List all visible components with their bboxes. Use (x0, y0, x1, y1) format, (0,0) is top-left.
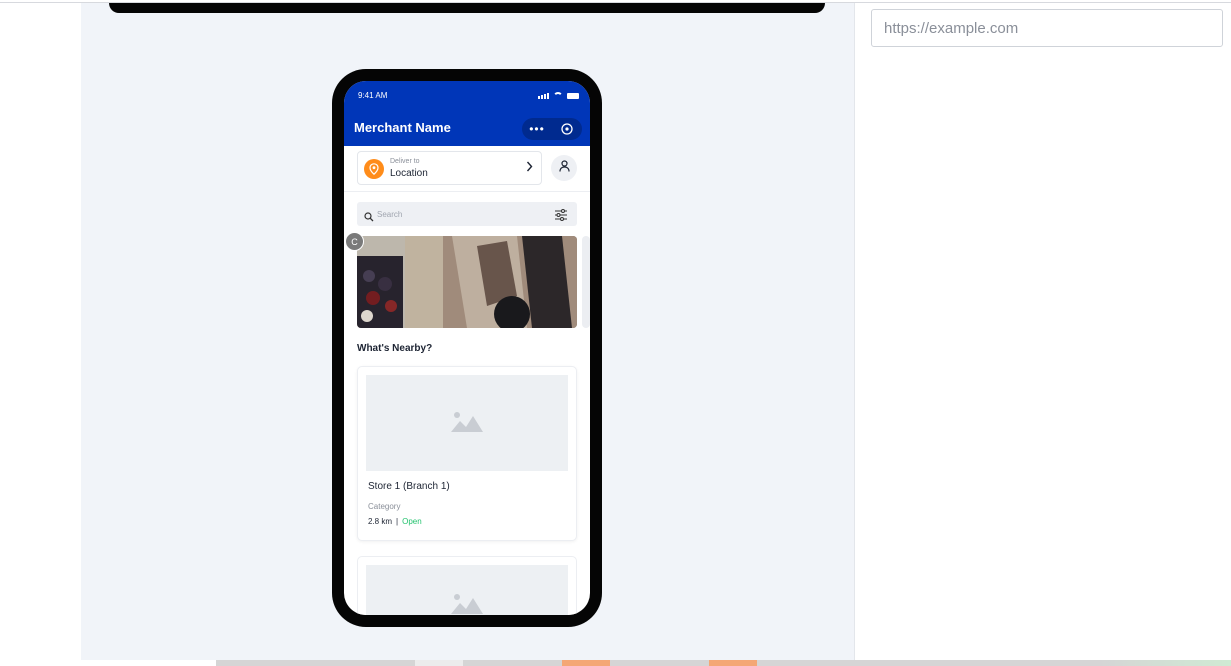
profile-button[interactable] (551, 155, 577, 181)
section-title-nearby: What's Nearby? (357, 343, 433, 354)
phone-screen: 9:41 AM Merchant Name ••• Deliver to Loc… (344, 81, 590, 615)
store-image (366, 565, 568, 615)
app-builder-page: 9:41 AM Merchant Name ••• Deliver to Loc… (0, 0, 1231, 666)
user-icon (558, 159, 570, 177)
phone-frame: 9:41 AM Merchant Name ••• Deliver to Loc… (332, 69, 602, 627)
image-placeholder-icon (451, 592, 483, 616)
location-value: Location (390, 168, 428, 179)
meta-separator: | (396, 517, 399, 526)
strip-segment (709, 660, 757, 666)
status-bar: 9:41 AM (344, 81, 590, 113)
status-time: 9:41 AM (358, 91, 388, 100)
app-header: Merchant Name ••• (344, 113, 590, 146)
banner-next-peek (582, 236, 590, 328)
chevron-right-icon (526, 161, 533, 175)
strip-segment (0, 660, 216, 666)
close-circle-icon[interactable] (552, 123, 582, 135)
search-icon (364, 209, 374, 227)
more-icon[interactable]: ••• (522, 118, 552, 140)
strip-segment (1100, 660, 1231, 666)
filter-icon[interactable] (554, 208, 568, 226)
store-card[interactable] (357, 556, 577, 615)
store-status: Open (402, 517, 422, 526)
mini-app-capsule: ••• (522, 118, 582, 140)
wifi-icon (553, 92, 563, 99)
deliver-to-label: Deliver to (390, 158, 420, 165)
bottom-thumbnail-strip (0, 660, 1231, 666)
url-input[interactable] (871, 9, 1223, 47)
store-meta: 2.8 km | Open (368, 517, 422, 526)
location-pin-icon (364, 159, 384, 179)
header-divider (344, 191, 590, 192)
merchant-name: Merchant Name (354, 120, 451, 135)
signal-icon (538, 93, 549, 99)
strip-segment (562, 660, 610, 666)
store-distance: 2.8 km (368, 517, 393, 526)
image-placeholder-icon (451, 410, 483, 437)
previous-device-frame (109, 3, 825, 13)
preview-canvas: 9:41 AM Merchant Name ••• Deliver to Loc… (81, 3, 855, 660)
status-icons (538, 92, 579, 99)
promo-banner-image[interactable] (357, 236, 577, 328)
store-image (366, 375, 568, 471)
search-bar[interactable] (357, 202, 577, 226)
store-card[interactable]: Store 1 (Branch 1) Category 2.8 km | Open (357, 366, 577, 541)
banner-badge[interactable]: C (345, 232, 364, 251)
location-selector[interactable]: Deliver to Location (357, 151, 542, 185)
search-input[interactable] (377, 207, 537, 221)
store-name: Store 1 (Branch 1) (368, 481, 450, 492)
strip-segment (415, 660, 463, 666)
store-category: Category (368, 502, 401, 511)
battery-icon (567, 93, 579, 99)
